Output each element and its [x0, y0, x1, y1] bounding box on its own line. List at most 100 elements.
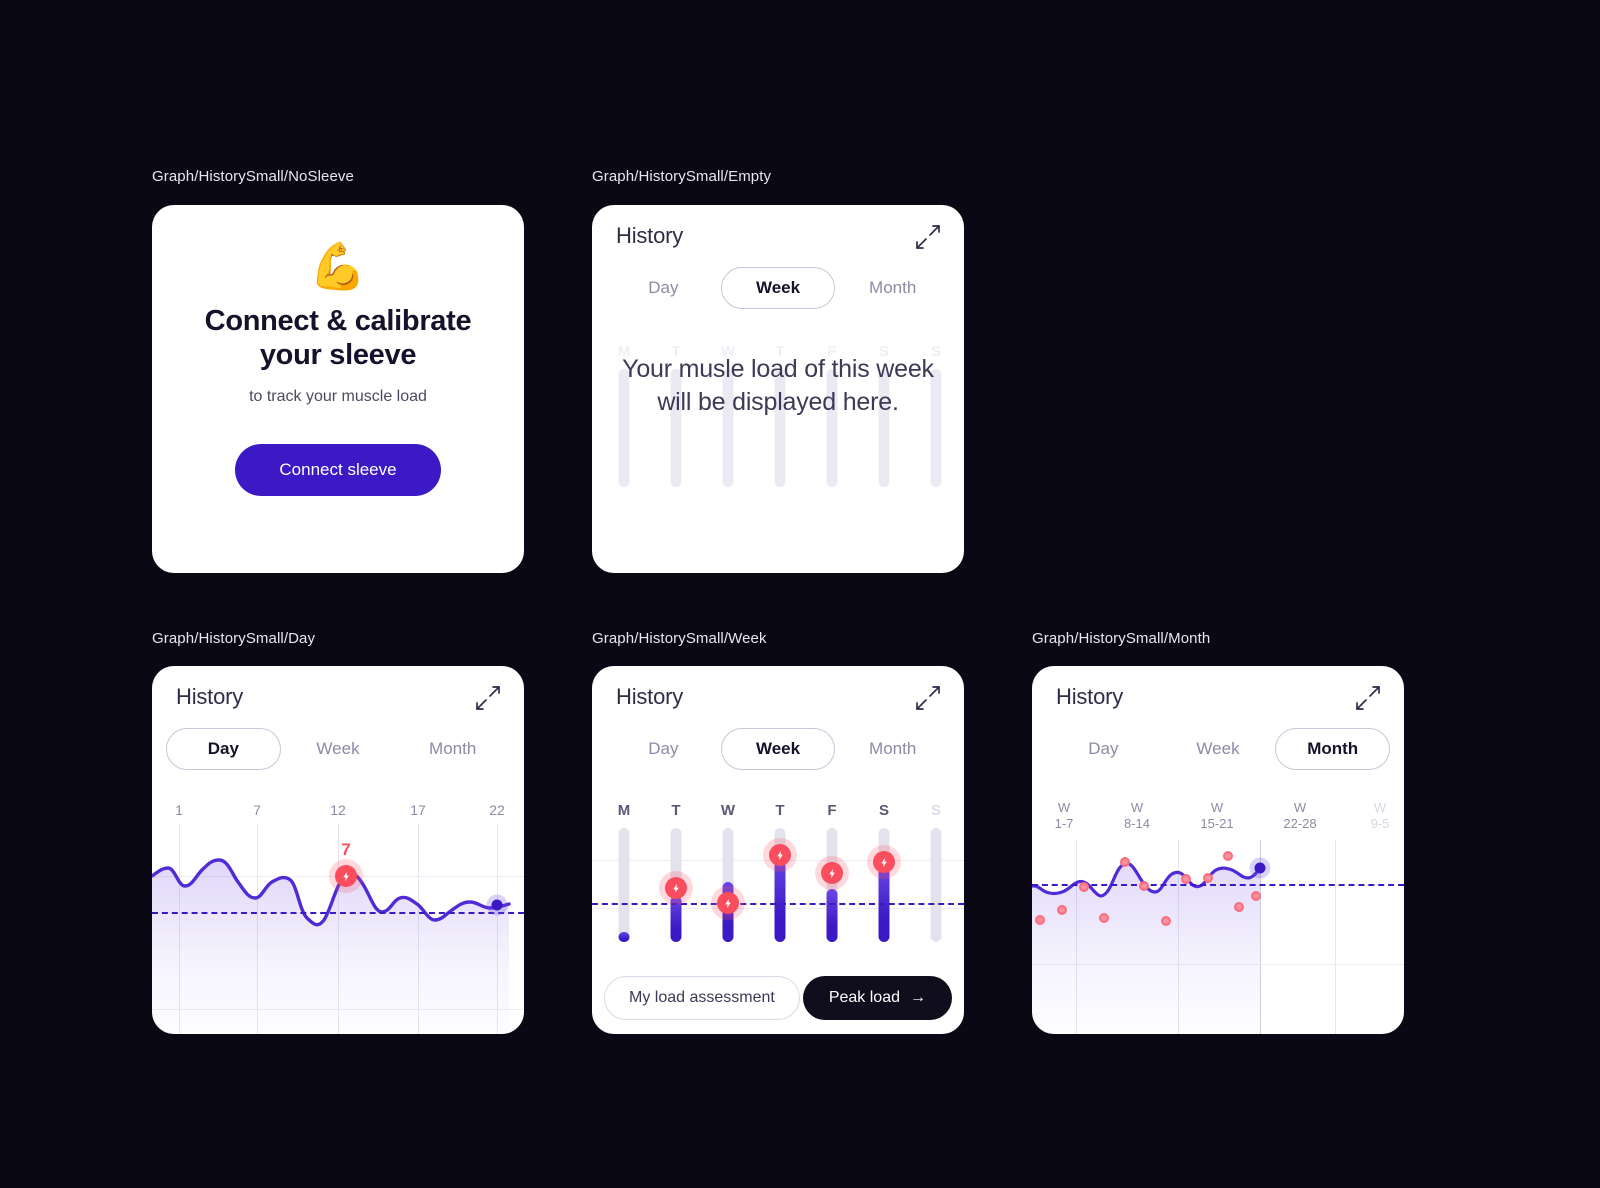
frame-label-month: Graph/HistorySmall/Month	[1032, 630, 1211, 647]
week-tick-0-bottom: 1-7	[1054, 816, 1074, 832]
day-threshold-line	[152, 912, 524, 914]
x-tick-4: 22	[489, 802, 505, 818]
month-plot-area: W 1-7 W 8-14 W 15-21 W 22-28 W 9-5	[1032, 798, 1404, 1034]
my-load-assessment-button[interactable]: My load assessment	[604, 976, 800, 1020]
peak-value-label: 7	[341, 840, 351, 859]
scatter-point	[1035, 915, 1045, 925]
week-tick-1-bottom: 8-14	[1123, 816, 1151, 832]
week-tick-0: W 1-7	[1055, 800, 1074, 833]
lightning-bolt-icon[interactable]	[335, 865, 357, 887]
scatter-point	[1120, 857, 1130, 867]
scatter-point	[1234, 902, 1244, 912]
card-week: History Day Week Month M T W T F S S My …	[592, 666, 964, 1034]
week-tick-2-bottom: 15-21	[1200, 816, 1234, 832]
week-tick-1: W 8-14	[1124, 800, 1150, 833]
tab-month[interactable]: Month	[395, 728, 510, 770]
day-chart-canvas: 7	[152, 824, 524, 1034]
expand-arrows-icon[interactable]	[474, 684, 502, 712]
expand-arrows-icon[interactable]	[914, 223, 942, 251]
frame-label-week: Graph/HistorySmall/Week	[592, 630, 767, 647]
scatter-point	[1251, 891, 1261, 901]
tab-month[interactable]: Month	[835, 267, 950, 309]
lightning-bolt-icon[interactable]	[873, 851, 895, 873]
week-tick-3-top: W	[1293, 800, 1307, 815]
day-label-5: S	[878, 802, 890, 819]
week-tick-3-bottom: 22-28	[1283, 816, 1317, 832]
bar-fill-0[interactable]	[618, 932, 630, 942]
x-tick-1: 7	[253, 802, 261, 818]
scatter-point	[1203, 873, 1213, 883]
tab-week[interactable]: Week	[281, 728, 396, 770]
week-tick-4: W 9-5	[1371, 800, 1390, 833]
day-label-3: T	[775, 802, 785, 819]
tab-day[interactable]: Day	[1046, 728, 1161, 770]
tab-bar-month: Day Week Month	[1046, 728, 1391, 770]
frame-label-empty: Graph/HistorySmall/Empty	[592, 168, 772, 185]
card-day: History Day Week Month 1 7 12 17 22 7	[152, 666, 524, 1034]
connect-sleeve-button[interactable]: Connect sleeve	[235, 443, 441, 496]
x-tick-0: 1	[175, 802, 183, 818]
frame-label-day: Graph/HistorySmall/Day	[152, 630, 316, 647]
week-day-axis: M T W T F S S	[592, 802, 964, 822]
tab-week[interactable]: Week	[720, 728, 836, 770]
peak-load-button[interactable]: Peak load →	[802, 976, 952, 1020]
tab-bar-empty: Day Week Month	[606, 267, 950, 309]
week-chart-canvas	[592, 824, 964, 978]
day-label-2: W	[720, 802, 736, 819]
scatter-point	[1057, 905, 1067, 915]
nosleeve-title: Connect & calibrate your sleeve	[204, 305, 472, 371]
card-month: History Day Week Month W 1-7 W 8-14 W 15…	[1032, 666, 1404, 1034]
peak-load-label: Peak load	[828, 989, 900, 1006]
history-header-week: History Day Week Month	[592, 666, 964, 770]
day-label-0: M	[617, 802, 631, 819]
scatter-point	[1223, 851, 1233, 861]
lightning-bolt-icon[interactable]	[665, 877, 687, 899]
bar-track-6	[930, 828, 942, 942]
month-chart-canvas	[1032, 840, 1404, 1034]
x-tick-3: 17	[410, 802, 426, 818]
scatter-point	[1099, 913, 1109, 923]
bar-track-0	[618, 828, 630, 942]
day-label-6: S	[930, 802, 942, 819]
tab-bar-day: Day Week Month	[166, 728, 510, 770]
lightning-bolt-icon[interactable]	[717, 892, 739, 914]
tab-week[interactable]: Week	[1161, 728, 1276, 770]
card-nosleeve: 💪 Connect & calibrate your sleeve to tra…	[152, 205, 524, 573]
history-header-month: History Day Week Month	[1032, 666, 1404, 770]
week-plot-area: M T W T F S S	[592, 798, 964, 978]
week-tick-3: W 22-28	[1283, 800, 1316, 833]
week-tick-2: W 15-21	[1200, 800, 1233, 833]
tab-day[interactable]: Day	[166, 728, 281, 770]
scatter-point	[1161, 916, 1171, 926]
lightning-bolt-icon[interactable]	[821, 862, 843, 884]
bar-fill-3[interactable]	[774, 856, 786, 942]
expand-arrows-icon[interactable]	[1354, 684, 1382, 712]
scatter-point	[1181, 874, 1191, 884]
tab-month[interactable]: Month	[1275, 728, 1391, 770]
page-title: History	[176, 684, 244, 709]
tab-day[interactable]: Day	[606, 728, 721, 770]
day-label-1: T	[671, 802, 681, 819]
tab-month[interactable]: Month	[835, 728, 950, 770]
month-end-point	[1254, 862, 1266, 874]
page-title: History	[616, 684, 684, 709]
frame-label-nosleeve: Graph/HistorySmall/NoSleeve	[152, 168, 354, 185]
tab-day[interactable]: Day	[606, 267, 721, 309]
lightning-bolt-icon[interactable]	[769, 844, 791, 866]
day-plot-area: 1 7 12 17 22 7	[152, 798, 524, 1034]
day-end-point	[491, 899, 503, 911]
bar-fill-4[interactable]	[826, 889, 838, 942]
nosleeve-subtitle: to track your muscle load	[249, 387, 427, 405]
day-line-series	[152, 858, 511, 1034]
day-x-axis: 1 7 12 17 22	[152, 802, 524, 822]
week-tick-1-top: W	[1130, 800, 1144, 815]
history-header-day: History Day Week Month	[152, 666, 524, 770]
month-x-axis: W 1-7 W 8-14 W 15-21 W 22-28 W 9-5	[1032, 800, 1404, 836]
expand-arrows-icon[interactable]	[914, 684, 942, 712]
tab-week[interactable]: Week	[720, 267, 836, 309]
week-threshold-line	[592, 903, 964, 905]
page-title: History	[616, 223, 684, 248]
week-tick-4-bottom: 9-5	[1370, 816, 1390, 832]
x-tick-2: 12	[330, 802, 346, 818]
arrow-right-icon: →	[910, 989, 926, 1006]
